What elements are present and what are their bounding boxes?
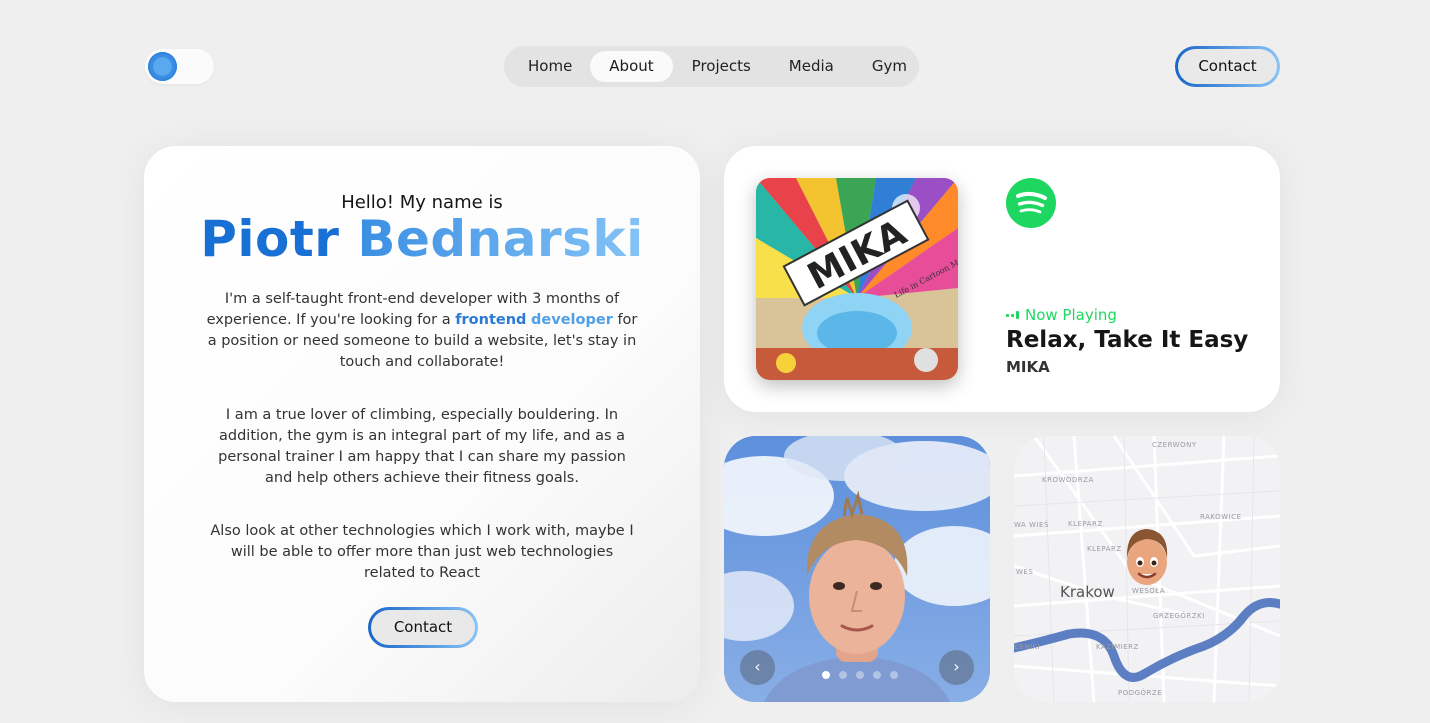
toggle-knob-icon [148,52,177,81]
map-label-rakowice: RAKOWICE [1200,513,1242,521]
nav-gym[interactable]: Gym [853,51,926,82]
now-playing-label: Now Playing [1025,306,1117,324]
carousel-dot[interactable] [873,671,881,679]
first-name: Piotr [200,210,340,268]
chevron-left-icon: ‹ [754,657,761,676]
full-name: Piotr Bednarski [144,210,700,268]
nav-about[interactable]: About [590,51,673,82]
map-label-kazimierz: KAZIMIERZ [1096,643,1139,651]
spotify-card[interactable]: MIKA Life in Cartoon Motion Now Playing … [724,146,1280,412]
map-label-kleparz2: KLEPARZ [1087,545,1122,553]
equalizer-icon [1006,311,1019,319]
map-label-wesola: WESOŁA [1132,587,1166,595]
intro-paragraph: I'm a self-taught front-end developer wi… [204,289,640,373]
about-contact-label: Contact [371,610,475,645]
map-label-debniki: ĘBNIKI [1014,643,1041,651]
chevron-right-icon: › [953,657,960,676]
nav-projects[interactable]: Projects [673,51,770,82]
artist-name: MIKA [1006,358,1050,376]
carousel-next-button[interactable]: › [939,650,974,685]
carousel-dots [822,671,898,679]
about-contact-button[interactable]: Contact [368,607,478,648]
header-contact-button[interactable]: Contact [1175,46,1280,87]
spotify-icon [1006,178,1056,228]
highlight-frontend: frontend [455,312,527,328]
map-label-wawies: WA WIEŚ [1014,521,1049,529]
hobby-paragraph: I am a true lover of climbing, especiall… [218,407,626,486]
map-label-wes: WES [1016,568,1034,576]
map-label-kleparz: KLEPARZ [1068,520,1103,528]
carousel-dot[interactable] [839,671,847,679]
avatar-icon [1126,529,1168,585]
main-nav: Home About Projects Media Gym [504,46,919,87]
header-contact-label: Contact [1178,49,1277,84]
tech-paragraph: Also look at other technologies which I … [210,523,634,581]
nav-home[interactable]: Home [508,51,590,82]
carousel-dot[interactable] [822,671,830,679]
map-label-grzegorzki: GRZEGÓRZKI [1153,612,1205,620]
theme-toggle[interactable] [145,49,214,84]
now-playing-status: Now Playing [1006,306,1117,324]
location-map[interactable]: CZERWONY KROWODRZA RAKOWICE WA WIEŚ KLEP… [1014,436,1280,702]
carousel-prev-button[interactable]: ‹ [740,650,775,685]
album-cover: MIKA Life in Cartoon Motion [756,178,958,380]
about-card: Hello! My name is Piotr Bednarski I'm a … [144,146,700,702]
song-title: Relax, Take It Easy [1006,327,1249,353]
photo-carousel[interactable]: ‹ › [724,436,990,702]
map-label-podgorze: PODGÓRZE [1118,689,1163,697]
highlight-developer: developer [531,312,613,328]
nav-media[interactable]: Media [770,51,853,82]
map-label-czerwony: CZERWONY [1152,441,1197,449]
last-name: Bednarski [357,210,644,268]
map-label-krowodrza: KROWODRZA [1042,476,1094,484]
album-art-icon: MIKA Life in Cartoon Motion [756,178,958,380]
map-city-label: Krakow [1060,583,1115,601]
carousel-dot[interactable] [890,671,898,679]
carousel-dot[interactable] [856,671,864,679]
